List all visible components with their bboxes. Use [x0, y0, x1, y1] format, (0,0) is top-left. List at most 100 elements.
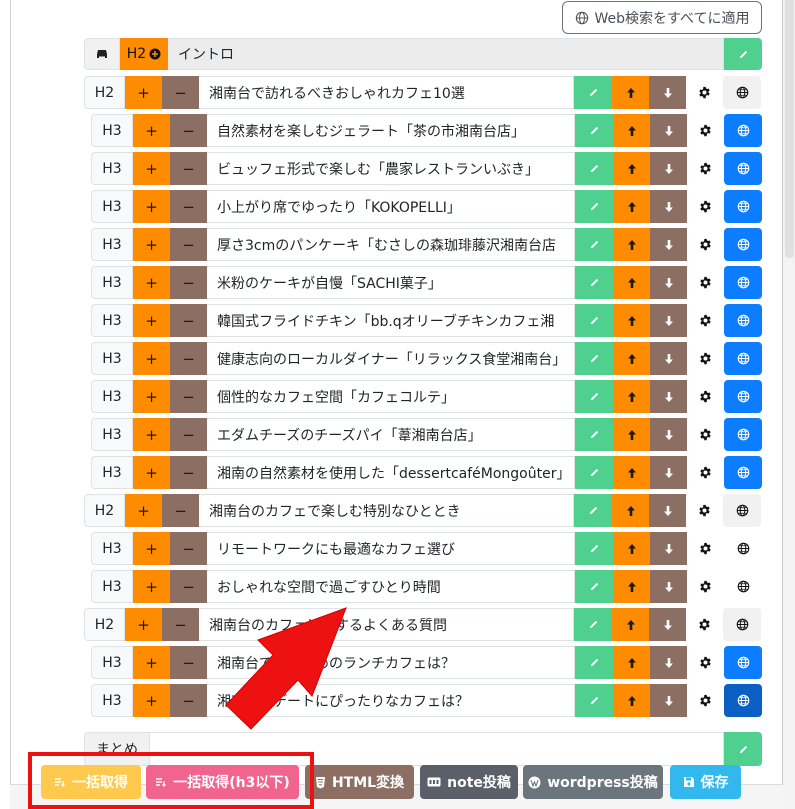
move-up-button[interactable]: [612, 76, 649, 109]
move-down-button[interactable]: [649, 494, 686, 527]
move-up-button[interactable]: [612, 494, 649, 527]
intro-h2-add-button[interactable]: H2: [120, 38, 168, 70]
heading-settings-button[interactable]: [687, 456, 724, 489]
add-heading-button[interactable]: +: [133, 570, 170, 603]
heading-title[interactable]: 湘南台のカフェで楽しむ特別なひととき: [199, 494, 574, 527]
note-post-button[interactable]: note投稿: [420, 765, 518, 799]
remove-heading-button[interactable]: −: [170, 304, 207, 337]
remove-heading-button[interactable]: −: [170, 228, 207, 261]
web-search-apply-all-button[interactable]: Web検索をすべてに適用: [562, 1, 762, 34]
remove-heading-button[interactable]: −: [170, 684, 207, 717]
move-down-button[interactable]: [650, 266, 687, 299]
heading-title[interactable]: 湘南台のカフェに関するよくある質問: [199, 608, 574, 641]
move-up-button[interactable]: [613, 684, 650, 717]
move-down-button[interactable]: [650, 304, 687, 337]
move-down-button[interactable]: [650, 570, 687, 603]
move-up-button[interactable]: [613, 304, 650, 337]
add-heading-button[interactable]: +: [133, 380, 170, 413]
edit-heading-button[interactable]: [575, 570, 613, 603]
heading-title[interactable]: 自然素材を楽しむジェラート「茶の市湘南台店」: [207, 114, 575, 147]
move-down-button[interactable]: [649, 76, 686, 109]
add-heading-button[interactable]: +: [133, 228, 170, 261]
heading-settings-button[interactable]: [687, 228, 724, 261]
move-up-button[interactable]: [613, 418, 650, 451]
remove-heading-button[interactable]: −: [170, 646, 207, 679]
heading-settings-button[interactable]: [687, 114, 724, 147]
edit-heading-button[interactable]: [575, 380, 613, 413]
heading-title[interactable]: ビュッフェ形式で楽しむ「農家レストランいぶき」: [207, 152, 575, 185]
edit-heading-button[interactable]: [575, 152, 613, 185]
web-search-toggle-button[interactable]: [724, 190, 762, 223]
move-down-button[interactable]: [650, 418, 687, 451]
add-heading-button[interactable]: +: [125, 494, 162, 527]
web-search-toggle-button[interactable]: [723, 494, 761, 527]
remove-heading-button[interactable]: −: [170, 266, 207, 299]
web-search-toggle-button[interactable]: [724, 152, 762, 185]
edit-heading-button[interactable]: [575, 456, 613, 489]
remove-heading-button[interactable]: −: [170, 190, 207, 223]
web-search-toggle-button[interactable]: [724, 304, 762, 337]
add-heading-button[interactable]: +: [133, 152, 170, 185]
edit-heading-button[interactable]: [575, 114, 613, 147]
move-down-button[interactable]: [650, 152, 687, 185]
add-heading-button[interactable]: +: [133, 646, 170, 679]
heading-title[interactable]: 小上がり席でゆったり「KOKOPELLI」: [207, 190, 575, 223]
summary-edit-button[interactable]: [724, 732, 762, 766]
edit-heading-button[interactable]: [574, 608, 612, 641]
remove-heading-button[interactable]: −: [170, 456, 207, 489]
add-heading-button[interactable]: +: [133, 190, 170, 223]
heading-settings-button[interactable]: [687, 304, 724, 337]
edit-heading-button[interactable]: [575, 304, 613, 337]
add-heading-button[interactable]: +: [133, 684, 170, 717]
web-search-toggle-button[interactable]: [724, 418, 762, 451]
web-search-toggle-button[interactable]: [724, 266, 762, 299]
move-down-button[interactable]: [650, 456, 687, 489]
add-heading-button[interactable]: +: [133, 304, 170, 337]
scrollbar-thumb[interactable]: [785, 0, 794, 258]
edit-heading-button[interactable]: [575, 532, 613, 565]
edit-heading-button[interactable]: [574, 494, 612, 527]
heading-title[interactable]: 韓国式フライドチキン「bb.qオリーブチキンカフェ湘: [207, 304, 575, 337]
move-up-button[interactable]: [613, 152, 650, 185]
heading-settings-button[interactable]: [687, 684, 724, 717]
web-search-toggle-button[interactable]: [723, 76, 761, 109]
remove-heading-button[interactable]: −: [170, 342, 207, 375]
edit-heading-button[interactable]: [575, 190, 613, 223]
heading-title[interactable]: 個性的なカフェ空間「カフェコルテ」: [207, 380, 575, 413]
add-heading-button[interactable]: +: [133, 342, 170, 375]
heading-title[interactable]: おしゃれな空間で過ごすひとり時間: [207, 570, 575, 603]
heading-settings-button[interactable]: [686, 76, 723, 109]
web-search-toggle-button[interactable]: [724, 114, 762, 147]
heading-settings-button[interactable]: [687, 342, 724, 375]
move-down-button[interactable]: [650, 684, 687, 717]
heading-settings-button[interactable]: [687, 266, 724, 299]
car-icon[interactable]: [84, 38, 120, 70]
move-down-button[interactable]: [650, 342, 687, 375]
edit-heading-button[interactable]: [575, 418, 613, 451]
move-up-button[interactable]: [613, 342, 650, 375]
heading-settings-button[interactable]: [687, 570, 724, 603]
move-up-button[interactable]: [612, 608, 649, 641]
web-search-toggle-button[interactable]: [724, 228, 762, 261]
heading-title[interactable]: 湘南台でデートにぴったりなカフェは？: [207, 684, 575, 717]
move-up-button[interactable]: [613, 532, 650, 565]
remove-heading-button[interactable]: −: [162, 76, 199, 109]
web-search-toggle-button[interactable]: [724, 570, 762, 603]
move-up-button[interactable]: [613, 228, 650, 261]
edit-heading-button[interactable]: [575, 228, 613, 261]
intro-edit-button[interactable]: [724, 38, 762, 70]
heading-title[interactable]: 湘南台でおすすめのランチカフェは？: [207, 646, 575, 679]
heading-settings-button[interactable]: [687, 532, 724, 565]
heading-settings-button[interactable]: [687, 152, 724, 185]
remove-heading-button[interactable]: −: [170, 418, 207, 451]
remove-heading-button[interactable]: −: [162, 494, 199, 527]
add-heading-button[interactable]: +: [133, 418, 170, 451]
move-up-button[interactable]: [613, 190, 650, 223]
move-down-button[interactable]: [650, 380, 687, 413]
heading-title[interactable]: 米粉のケーキが自慢「SACHI菓子」: [207, 266, 575, 299]
heading-settings-button[interactable]: [686, 608, 723, 641]
heading-title[interactable]: 湘南の自然素材を使用した「dessertcaféMongoûter」: [207, 456, 575, 489]
heading-title[interactable]: 厚さ3cmのパンケーキ「むさしの森珈琲藤沢湘南台店: [207, 228, 575, 261]
web-search-toggle-button[interactable]: [724, 684, 762, 717]
remove-heading-button[interactable]: −: [170, 152, 207, 185]
